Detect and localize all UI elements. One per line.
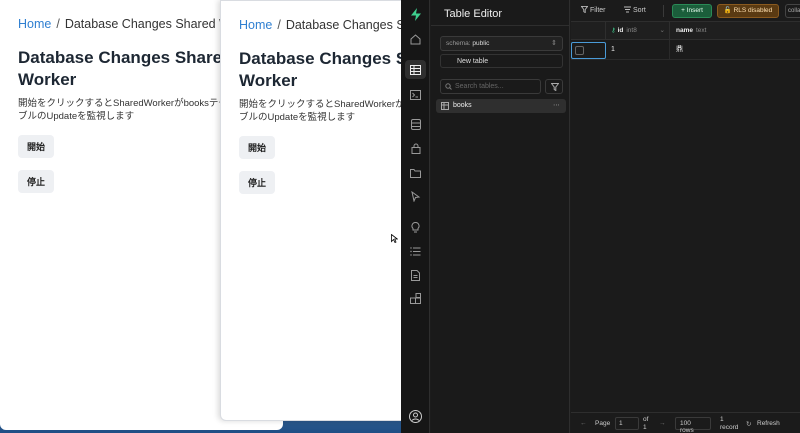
row-select-checkbox[interactable] [571,42,606,59]
table-sidebar: Table Editor schema: public ⇕ New table … [431,0,570,433]
cell-id[interactable]: 1 [606,40,670,60]
table-icon [441,102,449,110]
select-all-column [571,22,606,40]
new-table-label: New table [456,58,489,65]
home-icon[interactable] [409,33,422,46]
column-name: id [617,27,624,34]
search-icon [445,83,452,90]
page-total: 1 [643,424,647,431]
chevron-updown-icon: ⇕ [551,40,557,47]
of-label: of [643,416,649,423]
refresh-button[interactable]: Refresh [757,420,780,427]
schema-label: schema: [446,40,471,47]
page-description: 開始をクリックするとSharedWorkerがbooksテーブルのUpdateを… [239,99,409,123]
plus-icon: + [681,7,685,14]
cell-name[interactable]: 鼎 [670,40,800,60]
breadcrumb-current: Database Changes Shared Worker [285,18,409,32]
database-icon[interactable] [409,118,422,131]
search-placeholder: Search tables... [455,83,504,90]
auth-icon[interactable] [409,142,422,155]
lock-open-icon: 🔓 [723,7,732,14]
schema-selector[interactable]: schema: public ⇕ [440,36,563,51]
browser-window-right: Home / Database Changes Shared Worker Data… [220,0,410,421]
sort-icon [624,6,631,13]
sidebar-title: Table Editor [444,8,503,20]
breadcrumb-home-link[interactable]: Home [239,18,272,32]
insert-button[interactable]: + Insert [672,4,712,18]
stop-button[interactable]: 停止 [18,170,55,193]
column-type: text [695,27,707,34]
grid-footer: ← Page 1 of 1 → 100 rows 1 record ↻ Refr… [571,412,800,433]
schema-value: public [472,40,490,47]
page-input[interactable]: 1 [615,417,639,430]
grid-toolbar: Filter Sort + Insert 🔓 RLS disabled coll… [571,0,800,22]
more-options-icon[interactable]: ⋯ [553,101,560,109]
table-row: 1 鼎 [571,40,800,60]
filter-icon [581,6,588,13]
column-header-name[interactable]: name text [670,22,800,40]
next-page-icon[interactable]: → [659,420,666,427]
filter-label: Filter [589,7,606,14]
breadcrumb: Home / Database Changes Shared Worker [239,18,409,36]
breadcrumb-home-link[interactable]: Home [18,17,51,31]
stop-button[interactable]: 停止 [239,171,276,194]
refresh-icon[interactable]: ↻ [746,420,751,428]
logs-list-icon[interactable] [409,245,422,258]
breadcrumb-separator: / [277,18,281,32]
divider [431,25,570,26]
account-avatar-icon[interactable] [409,410,422,423]
previous-page-icon[interactable]: ← [580,420,587,427]
sidebar-item-label: books [453,102,472,109]
filter-button[interactable]: Filter [581,5,606,17]
column-name: name [676,27,693,34]
filter-icon [551,83,559,91]
mouse-cursor-icon [391,234,398,243]
api-docs-icon[interactable] [409,269,422,282]
page-description: 開始をクリックするとSharedWorkerがbooksテーブルのUpdateを… [18,98,228,122]
sort-label: Sort [632,7,646,14]
storage-icon[interactable] [409,166,422,179]
rls-disabled-button[interactable]: 🔓 RLS disabled [717,4,779,18]
column-header-id[interactable]: ⚷ id int8 ⌄ [606,22,670,40]
column-menu-icon[interactable]: ⌄ [660,22,665,40]
grid-header-row: ⚷ id int8 ⌄ name text [571,22,800,40]
checkbox-icon [575,46,584,55]
start-button[interactable]: 開始 [239,136,276,159]
table-grid-area: Filter Sort + Insert 🔓 RLS disabled coll… [571,0,800,433]
filter-tables-button[interactable] [545,79,563,94]
record-label: record [720,424,739,431]
column-type: int8 [626,27,637,34]
insert-label: Insert [686,7,703,14]
rls-label: RLS disabled [733,7,773,14]
page-label: Page [595,420,611,427]
breadcrumb-separator: / [56,17,60,31]
table-editor-icon[interactable] [405,60,426,79]
integrations-icon[interactable] [409,292,422,305]
nav-rail [401,0,430,433]
supabase-logo-icon[interactable] [409,8,422,21]
sidebar-item-books[interactable]: books ⋯ [436,99,566,113]
page-title: Database Changes Shared Worker [239,49,409,90]
rows-per-page-select[interactable]: 100 rows [675,417,711,433]
realtime-button[interactable]: colla [785,4,800,18]
search-tables-input[interactable]: Search tables... [440,79,541,94]
sql-editor-icon[interactable] [409,88,422,101]
edge-functions-icon[interactable] [409,190,422,203]
primary-key-icon: ⚷ [611,27,616,34]
sort-button[interactable]: Sort [624,5,646,17]
table-editor-app: Table Editor schema: public ⇕ New table … [401,0,800,433]
new-table-button[interactable]: New table [440,54,563,68]
toolbar-divider [663,5,664,17]
start-button[interactable]: 開始 [18,135,55,158]
advisor-lightbulb-icon[interactable] [409,221,422,234]
record-count: 1 [720,416,724,423]
realtime-label: colla [788,8,800,14]
page-title: Database Changes Shared Worker [18,48,233,89]
